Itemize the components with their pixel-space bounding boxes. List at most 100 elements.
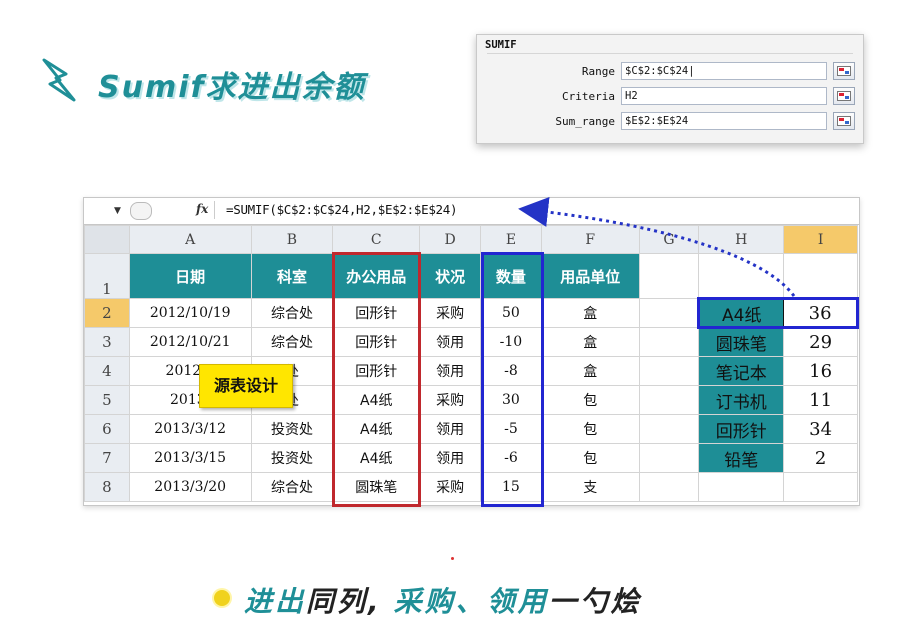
data-cell[interactable]: 回形针	[332, 356, 421, 386]
column-header-c[interactable]: C	[332, 225, 421, 254]
header-cell[interactable]: 日期	[128, 253, 252, 299]
data-cell[interactable]: 2012/10/19	[128, 298, 252, 328]
data-cell[interactable]: -8	[480, 356, 542, 386]
cell-i8[interactable]	[783, 472, 858, 502]
sum-range-input[interactable]: $E$2:$E$24	[621, 112, 827, 130]
cell-h1[interactable]	[698, 253, 785, 299]
data-cell[interactable]: 盒	[540, 356, 640, 386]
range-collapse-button[interactable]	[833, 62, 855, 80]
formula-input[interactable]: =SUMIF($C$2:$C$24,H2,$E$2:$E$24)	[226, 202, 458, 217]
cell-g8[interactable]	[638, 472, 700, 502]
data-cell[interactable]: 采购	[419, 298, 482, 328]
data-cell[interactable]: 领用	[419, 443, 482, 473]
data-cell[interactable]: 包	[540, 385, 640, 415]
table-header-row: 1 日期 科室 办公用品 状况 数量 用品单位	[84, 253, 858, 299]
data-cell[interactable]: A4纸	[332, 414, 421, 444]
data-cell[interactable]: -6	[480, 443, 542, 473]
cell-g7[interactable]	[638, 443, 700, 473]
cell-g5[interactable]	[638, 385, 700, 415]
data-cell[interactable]: 2012/10/21	[128, 327, 252, 357]
row-header-8[interactable]: 8	[84, 472, 130, 502]
data-cell[interactable]: 投资处	[250, 414, 334, 444]
data-cell[interactable]: 投资处	[250, 443, 334, 473]
data-cell[interactable]: A4纸	[332, 385, 421, 415]
row-header-6[interactable]: 6	[84, 414, 130, 444]
header-cell[interactable]: 数量	[480, 253, 542, 299]
data-cell[interactable]: 包	[540, 414, 640, 444]
insert-function-icon[interactable]: fx	[196, 202, 208, 216]
data-cell[interactable]: 回形针	[332, 298, 421, 328]
row-header-3[interactable]: 3	[84, 327, 130, 357]
header-cell[interactable]: 用品单位	[540, 253, 640, 299]
range-input[interactable]: $C$2:$C$24|	[621, 62, 827, 80]
data-cell[interactable]: 2013/3/12	[128, 414, 252, 444]
data-cell[interactable]: 采购	[419, 385, 482, 415]
data-cell[interactable]: 2013/3/15	[128, 443, 252, 473]
data-cell[interactable]: -5	[480, 414, 542, 444]
data-cell[interactable]: 综合处	[250, 472, 334, 502]
row-header-1[interactable]: 1	[84, 253, 130, 299]
lookup-item-cell[interactable]: 铅笔	[698, 443, 785, 473]
header-cell[interactable]: 科室	[250, 253, 334, 299]
lookup-item-cell[interactable]: 笔记本	[698, 356, 785, 386]
data-cell[interactable]: 综合处	[250, 298, 334, 328]
data-cell[interactable]: 领用	[419, 327, 482, 357]
lookup-total-cell[interactable]: 11	[783, 385, 858, 415]
column-header-a[interactable]: A	[128, 225, 252, 254]
data-cell[interactable]: 2013/3/20	[128, 472, 252, 502]
data-cell[interactable]: -10	[480, 327, 542, 357]
header-cell[interactable]: 状况	[419, 253, 482, 299]
data-cell[interactable]: A4纸	[332, 443, 421, 473]
range-label: Range	[581, 65, 615, 78]
cell-g3[interactable]	[638, 327, 700, 357]
column-header-d[interactable]: D	[419, 225, 482, 254]
column-header-g[interactable]: G	[638, 225, 700, 254]
data-cell[interactable]: 30	[480, 385, 542, 415]
criteria-label: Criteria	[562, 90, 615, 103]
row-header-5[interactable]: 5	[84, 385, 130, 415]
column-header-b[interactable]: B	[250, 225, 334, 254]
data-cell[interactable]: 盒	[540, 298, 640, 328]
column-header-i[interactable]: I	[783, 225, 858, 254]
criteria-input[interactable]: H2	[621, 87, 827, 105]
lookup-item-cell[interactable]: 订书机	[698, 385, 785, 415]
data-cell[interactable]: 包	[540, 443, 640, 473]
row-header-4[interactable]: 4	[84, 356, 130, 386]
lookup-total-cell[interactable]: 2	[783, 443, 858, 473]
cell-g4[interactable]	[638, 356, 700, 386]
cell-g6[interactable]	[638, 414, 700, 444]
column-header-h[interactable]: H	[698, 225, 785, 254]
data-cell[interactable]: 领用	[419, 414, 482, 444]
data-cell[interactable]: 综合处	[250, 327, 334, 357]
row-header-7[interactable]: 7	[84, 443, 130, 473]
lookup-item-cell[interactable]: 回形针	[698, 414, 785, 444]
sum-range-collapse-button[interactable]	[833, 112, 855, 130]
data-cell[interactable]: 50	[480, 298, 542, 328]
dropdown-arrow-icon[interactable]: ▼	[114, 206, 121, 216]
lookup-total-cell[interactable]: 29	[783, 327, 858, 357]
column-header-e[interactable]: E	[480, 225, 542, 254]
lookup-item-cell[interactable]: 圆珠笔	[698, 327, 785, 357]
row-header-2[interactable]: 2	[84, 298, 130, 328]
cell-g2[interactable]	[638, 298, 700, 328]
select-all-corner[interactable]	[84, 225, 130, 254]
formula-bar-handle[interactable]	[130, 202, 152, 220]
column-header-f[interactable]: F	[540, 225, 640, 254]
header-cell[interactable]: 办公用品	[332, 253, 421, 299]
data-cell[interactable]: 圆珠笔	[332, 472, 421, 502]
cell-i1[interactable]	[783, 253, 858, 299]
data-cell[interactable]: 盒	[540, 327, 640, 357]
data-cell[interactable]: 采购	[419, 472, 482, 502]
lookup-total-cell[interactable]: 16	[783, 356, 858, 386]
cell-g1[interactable]	[638, 253, 700, 299]
lookup-total-cell[interactable]: 36	[783, 297, 859, 329]
name-box[interactable]: ▼	[84, 200, 124, 220]
data-cell[interactable]: 支	[540, 472, 640, 502]
data-cell[interactable]: 回形针	[332, 327, 421, 357]
lookup-item-cell[interactable]: A4纸	[697, 297, 785, 329]
data-cell[interactable]: 15	[480, 472, 542, 502]
criteria-collapse-button[interactable]	[833, 87, 855, 105]
cell-h8[interactable]	[698, 472, 785, 502]
data-cell[interactable]: 领用	[419, 356, 482, 386]
lookup-total-cell[interactable]: 34	[783, 414, 858, 444]
